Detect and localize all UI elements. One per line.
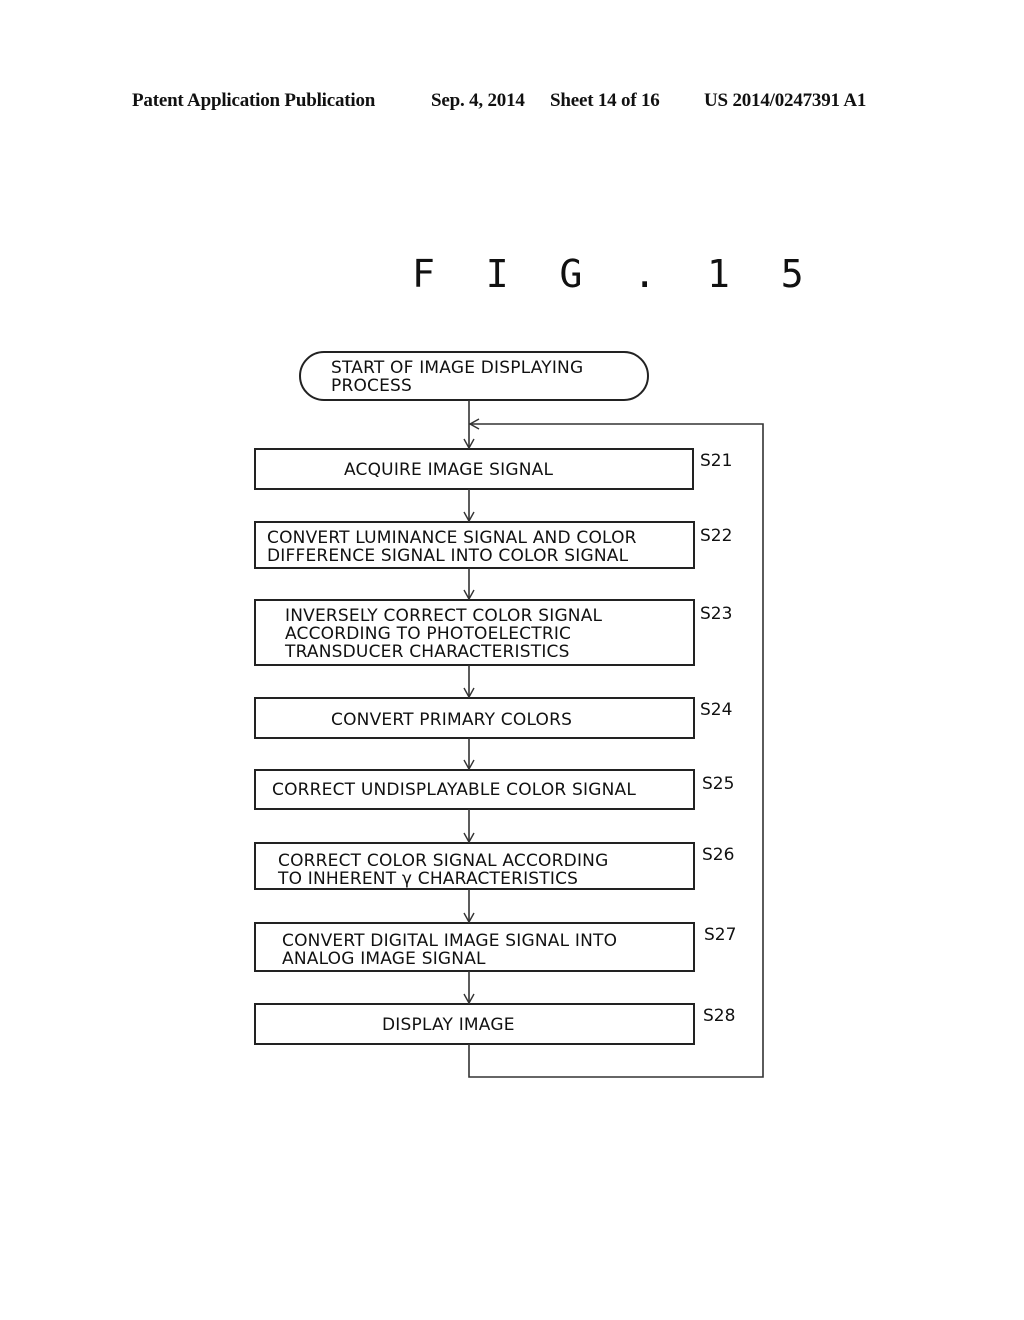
step-text-line: INVERSELY CORRECT COLOR SIGNAL: [285, 606, 603, 626]
step-s23: INVERSELY CORRECT COLOR SIGNALACCORDING …: [254, 599, 732, 666]
step-s21: ACQUIRE IMAGE SIGNAL S21: [254, 448, 732, 490]
step-s27: CONVERT DIGITAL IMAGE SIGNAL INTOANALOG …: [254, 922, 736, 972]
start-text-line-1: START OF IMAGE DISPLAYING: [331, 358, 583, 378]
step-text-line: CONVERT LUMINANCE SIGNAL AND COLOR: [267, 528, 637, 548]
step-label: S26: [702, 845, 734, 865]
step-label: S23: [700, 604, 732, 624]
step-text-line: CONVERT PRIMARY COLORS: [331, 710, 572, 730]
step-label: S27: [704, 925, 736, 945]
step-label: S21: [700, 451, 732, 471]
step-s22: CONVERT LUMINANCE SIGNAL AND COLORDIFFER…: [254, 521, 732, 569]
step-label: S22: [700, 526, 732, 546]
start-terminator: START OF IMAGE DISPLAYING PROCESS: [299, 351, 649, 401]
process-steps: ACQUIRE IMAGE SIGNAL S21 CONVERT LUMINANCE…: [254, 448, 736, 1045]
step-text-line: TRANSDUCER CHARACTERISTICS: [284, 642, 570, 662]
step-label: S28: [703, 1006, 735, 1026]
step-s25: CORRECT UNDISPLAYABLE COLOR SIGNAL S25: [254, 769, 734, 810]
step-text-line: DISPLAY IMAGE: [382, 1015, 515, 1035]
step-text-line: CONVERT DIGITAL IMAGE SIGNAL INTO: [282, 931, 617, 951]
step-text-line: TO INHERENT γ CHARACTERISTICS: [277, 869, 578, 889]
step-text-line: CORRECT UNDISPLAYABLE COLOR SIGNAL: [272, 780, 636, 800]
step-text-line: CORRECT COLOR SIGNAL ACCORDING: [278, 851, 608, 871]
step-s26: CORRECT COLOR SIGNAL ACCORDINGTO INHEREN…: [254, 842, 734, 890]
step-text-line: ACCORDING TO PHOTOELECTRIC: [285, 624, 571, 644]
step-text-line: ACQUIRE IMAGE SIGNAL: [344, 460, 553, 480]
start-text-line-2: PROCESS: [331, 376, 412, 396]
step-label: S24: [700, 700, 732, 720]
step-text-line: DIFFERENCE SIGNAL INTO COLOR SIGNAL: [267, 546, 629, 566]
step-s24: CONVERT PRIMARY COLORS S24: [254, 697, 732, 739]
step-text-line: ANALOG IMAGE SIGNAL: [282, 949, 486, 969]
flowchart: START OF IMAGE DISPLAYING PROCESS ACQUIR…: [254, 351, 764, 1078]
step-s28: DISPLAY IMAGE S28: [254, 1003, 735, 1045]
step-label: S25: [702, 774, 734, 794]
